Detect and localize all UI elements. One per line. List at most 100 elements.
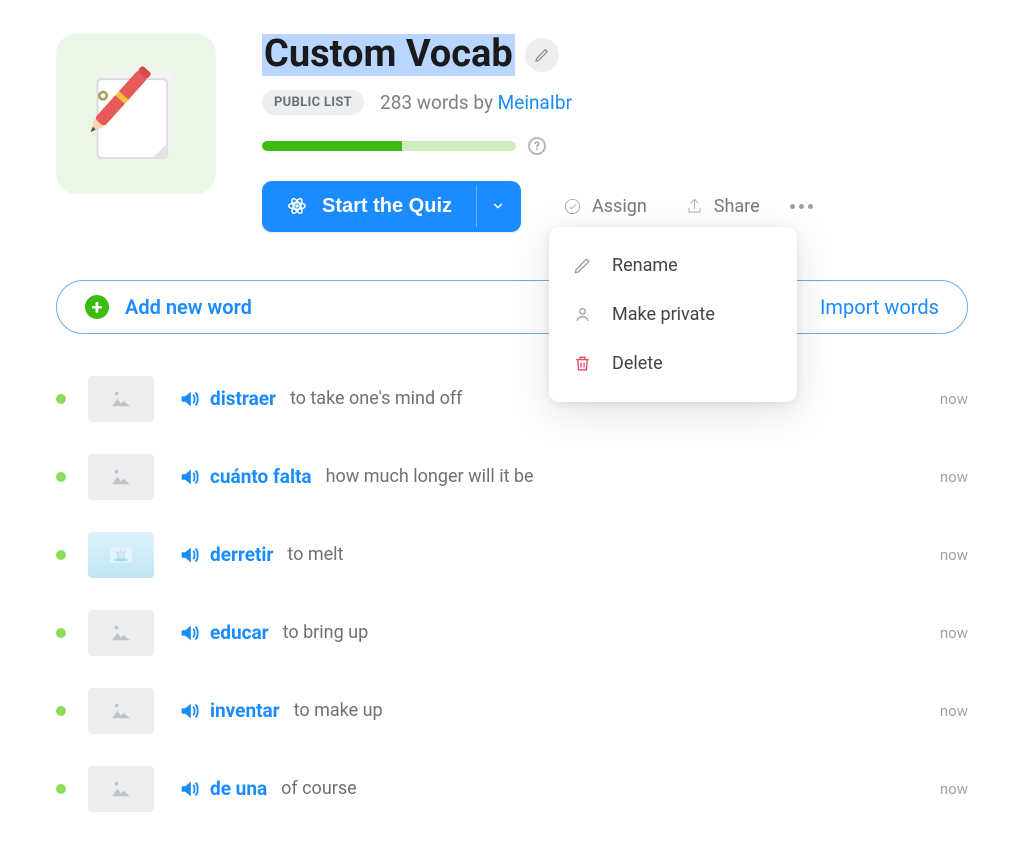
progress-fill bbox=[262, 141, 402, 151]
dropdown-delete[interactable]: Delete bbox=[549, 339, 797, 388]
ice-melting-icon bbox=[110, 546, 132, 564]
play-audio-button[interactable] bbox=[178, 544, 200, 566]
list-cover-icon bbox=[56, 34, 216, 194]
status-dot bbox=[56, 394, 66, 404]
edit-title-button[interactable] bbox=[525, 38, 559, 72]
import-words-button[interactable]: Import words bbox=[820, 295, 939, 319]
word-row: cuánto falta how much longer will it be … bbox=[56, 438, 968, 516]
word-row: educar to bring up now bbox=[56, 594, 968, 672]
assign-icon bbox=[563, 197, 582, 216]
atom-icon bbox=[286, 195, 308, 217]
play-audio-button[interactable] bbox=[178, 388, 200, 410]
word-definition: to make up bbox=[294, 700, 928, 721]
word-list: distraer to take one's mind off now cuán… bbox=[0, 360, 1024, 828]
plus-icon: + bbox=[85, 295, 109, 319]
progress-row: ? bbox=[262, 137, 968, 155]
assign-label: Assign bbox=[592, 196, 647, 217]
word-timestamp: now bbox=[940, 546, 968, 564]
add-word-label: Add new word bbox=[125, 295, 252, 319]
image-placeholder-icon bbox=[110, 390, 132, 408]
word-timestamp: now bbox=[940, 468, 968, 486]
play-audio-button[interactable] bbox=[178, 778, 200, 800]
word-thumbnail[interactable] bbox=[88, 454, 154, 500]
word-thumbnail[interactable] bbox=[88, 766, 154, 812]
meta-row: PUBLIC LIST 283 words by MeinaIbr bbox=[262, 90, 968, 115]
person-icon bbox=[573, 305, 592, 324]
play-audio-button[interactable] bbox=[178, 700, 200, 722]
word-timestamp: now bbox=[940, 780, 968, 798]
status-dot bbox=[56, 628, 66, 638]
word-definition: to melt bbox=[287, 544, 928, 565]
word-count-text: 283 words by MeinaIbr bbox=[380, 91, 572, 114]
progress-bar bbox=[262, 141, 516, 151]
image-placeholder-icon bbox=[110, 702, 132, 720]
dropdown-rename[interactable]: Rename bbox=[549, 241, 797, 290]
word-definition: of course bbox=[281, 778, 928, 799]
start-quiz-button[interactable]: Start the Quiz bbox=[262, 181, 476, 232]
visibility-badge: PUBLIC LIST bbox=[262, 90, 364, 115]
speaker-icon bbox=[178, 544, 200, 566]
status-dot bbox=[56, 784, 66, 794]
word-count-prefix: 283 words by bbox=[380, 91, 498, 114]
word-row: de una of course now bbox=[56, 750, 968, 828]
image-placeholder-icon bbox=[110, 780, 132, 798]
author-link[interactable]: MeinaIbr bbox=[498, 91, 572, 114]
pencil-icon bbox=[573, 256, 592, 275]
speaker-icon bbox=[178, 700, 200, 722]
add-word-bar: + Add new word Import words bbox=[56, 280, 968, 334]
dropdown-rename-label: Rename bbox=[612, 255, 678, 276]
speaker-icon bbox=[178, 466, 200, 488]
status-dot bbox=[56, 550, 66, 560]
share-icon bbox=[685, 197, 704, 216]
dot-icon bbox=[799, 204, 804, 209]
speaker-icon bbox=[178, 388, 200, 410]
word-thumbnail[interactable] bbox=[88, 688, 154, 734]
word-definition: how much longer will it be bbox=[326, 466, 928, 487]
notebook-pencil-icon bbox=[81, 59, 191, 169]
word-row: inventar to make up now bbox=[56, 672, 968, 750]
word-term[interactable]: distraer bbox=[210, 387, 276, 410]
dropdown-delete-label: Delete bbox=[612, 353, 663, 374]
start-quiz-button-group: Start the Quiz bbox=[262, 181, 521, 232]
word-thumbnail[interactable] bbox=[88, 610, 154, 656]
dot-icon bbox=[808, 204, 813, 209]
word-timestamp: now bbox=[940, 624, 968, 642]
assign-button[interactable]: Assign bbox=[555, 188, 655, 225]
word-timestamp: now bbox=[940, 702, 968, 720]
quiz-dropdown-button[interactable] bbox=[476, 185, 521, 227]
more-dropdown: Rename Make private Delete bbox=[549, 227, 797, 402]
dropdown-make-private[interactable]: Make private bbox=[549, 290, 797, 339]
word-thumbnail[interactable] bbox=[88, 376, 154, 422]
pencil-icon bbox=[534, 47, 550, 63]
share-label: Share bbox=[714, 196, 760, 217]
word-term[interactable]: de una bbox=[210, 777, 267, 800]
action-row: Start the Quiz Assign Share bbox=[262, 181, 968, 232]
word-row: derretir to melt now bbox=[56, 516, 968, 594]
play-audio-button[interactable] bbox=[178, 466, 200, 488]
word-term[interactable]: derretir bbox=[210, 543, 273, 566]
image-placeholder-icon bbox=[110, 468, 132, 486]
word-term[interactable]: cuánto falta bbox=[210, 465, 312, 488]
word-timestamp: now bbox=[940, 390, 968, 408]
add-word-button[interactable]: + Add new word bbox=[85, 295, 252, 319]
list-title: Custom Vocab bbox=[262, 34, 515, 76]
word-thumbnail[interactable] bbox=[88, 532, 154, 578]
dropdown-make-private-label: Make private bbox=[612, 304, 715, 325]
image-placeholder-icon bbox=[110, 624, 132, 642]
play-audio-button[interactable] bbox=[178, 622, 200, 644]
speaker-icon bbox=[178, 622, 200, 644]
word-row: distraer to take one's mind off now bbox=[56, 360, 968, 438]
more-menu-button[interactable] bbox=[782, 198, 821, 215]
status-dot bbox=[56, 472, 66, 482]
status-dot bbox=[56, 706, 66, 716]
word-definition: to bring up bbox=[283, 622, 928, 643]
progress-help-button[interactable]: ? bbox=[528, 137, 546, 155]
share-button[interactable]: Share bbox=[677, 188, 768, 225]
dot-icon bbox=[790, 204, 795, 209]
speaker-icon bbox=[178, 778, 200, 800]
chevron-down-icon bbox=[491, 199, 505, 213]
word-term[interactable]: educar bbox=[210, 621, 269, 644]
word-term[interactable]: inventar bbox=[210, 699, 280, 722]
title-row: Custom Vocab bbox=[262, 34, 968, 76]
trash-icon bbox=[573, 354, 592, 373]
